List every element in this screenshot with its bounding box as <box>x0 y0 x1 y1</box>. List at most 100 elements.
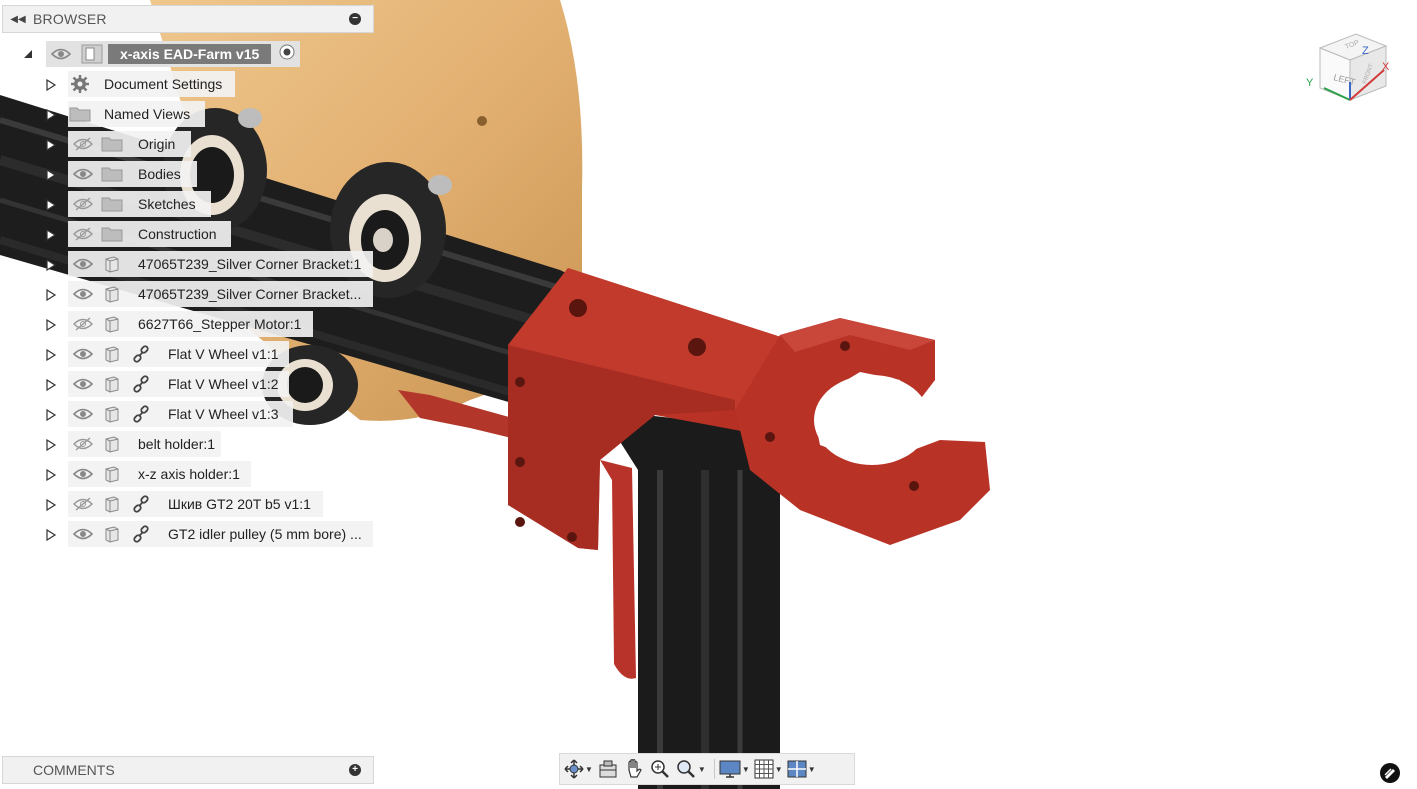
tree-node-label: belt holder:1 <box>138 436 216 452</box>
comments-panel[interactable]: COMMENTS + <box>2 756 374 784</box>
tree-node[interactable]: Flat V Wheel v1:2 <box>68 371 289 397</box>
folder-icon <box>98 221 126 247</box>
expand-arrow-icon[interactable] <box>45 528 57 542</box>
collapse-panel-icon[interactable]: ◀◀ <box>7 14 29 25</box>
component-icon <box>98 521 126 547</box>
browser-title: BROWSER <box>33 11 107 27</box>
tree-node-label: Flat V Wheel v1:1 <box>168 346 279 362</box>
expand-arrow-icon[interactable] <box>45 138 57 152</box>
eye-icon[interactable] <box>68 401 98 427</box>
tree-node[interactable]: Document Settings <box>68 71 235 97</box>
tree-node[interactable]: Flat V Wheel v1:3 <box>68 401 293 427</box>
grid-icon[interactable]: ▼ <box>754 755 783 783</box>
expand-arrow-icon[interactable] <box>45 318 57 332</box>
component-icon <box>98 401 126 427</box>
component-icon <box>98 341 126 367</box>
expand-arrow-icon[interactable] <box>45 468 57 482</box>
eye-icon[interactable] <box>46 41 76 67</box>
eye-icon[interactable] <box>68 251 98 277</box>
tree-node-label: Named Views <box>104 106 191 122</box>
component-icon <box>98 491 126 517</box>
tree-node-label: Sketches <box>138 196 196 212</box>
tree-node[interactable]: Origin <box>68 131 191 157</box>
link-icon <box>126 491 156 517</box>
tree-node[interactable]: Шкив GT2 20T b5 v1:1 <box>68 491 323 517</box>
eye-hidden-icon[interactable] <box>68 221 98 247</box>
zoom-icon[interactable] <box>649 755 671 783</box>
expand-arrow-icon[interactable] <box>45 498 57 512</box>
component-icon <box>98 281 126 307</box>
eye-hidden-icon[interactable] <box>68 131 98 157</box>
link-icon <box>126 401 156 427</box>
tree-node-label: Document Settings <box>104 76 223 92</box>
folder-icon <box>98 191 126 217</box>
feedback-button[interactable] <box>1380 763 1400 783</box>
fit-icon[interactable]: ▼ <box>675 755 706 783</box>
orbit-icon[interactable]: ▼ <box>564 755 593 783</box>
link-icon <box>126 521 156 547</box>
tree-root-node[interactable]: x-axis EAD-Farm v15 <box>46 41 300 67</box>
tree-node[interactable]: 6627T66_Stepper Motor:1 <box>68 311 313 337</box>
toolbar-separator <box>713 759 715 779</box>
look-at-icon[interactable] <box>597 755 619 783</box>
expand-arrow-icon[interactable] <box>45 348 57 362</box>
link-icon <box>126 371 156 397</box>
tree-node[interactable]: Flat V Wheel v1:1 <box>68 341 289 367</box>
eye-icon[interactable] <box>68 521 98 547</box>
link-icon <box>126 341 156 367</box>
tree-node-label: Origin <box>138 136 176 152</box>
tree-node[interactable]: Named Views <box>68 101 205 127</box>
tree-node[interactable]: 47065T239_Silver Corner Bracket... <box>68 281 373 307</box>
tree-node[interactable]: Bodies <box>68 161 197 187</box>
display-settings-icon[interactable]: ▼ <box>719 755 750 783</box>
expand-arrow-icon[interactable] <box>45 108 57 122</box>
eye-hidden-icon[interactable] <box>68 491 98 517</box>
viewcube-z-axis: Z <box>1362 45 1369 57</box>
tree-node-label: 47065T239_Silver Corner Bracket... <box>138 286 362 302</box>
tree-node[interactable]: Construction <box>68 221 231 247</box>
tree-node[interactable]: x-z axis holder:1 <box>68 461 251 487</box>
viewcube-x-axis: X <box>1382 61 1390 73</box>
eye-hidden-icon[interactable] <box>68 431 98 457</box>
tree-node-label: Bodies <box>138 166 181 182</box>
eye-icon[interactable] <box>68 371 98 397</box>
eye-hidden-icon[interactable] <box>68 191 98 217</box>
pan-icon[interactable] <box>623 755 645 783</box>
tree-node-label: Flat V Wheel v1:2 <box>168 376 279 392</box>
eye-icon[interactable] <box>68 461 98 487</box>
tree-node[interactable]: Sketches <box>68 191 211 217</box>
folder-icon <box>98 131 126 157</box>
comments-title: COMMENTS <box>33 762 115 778</box>
tree-node-label: Construction <box>138 226 217 242</box>
plate-hole <box>477 116 487 126</box>
collapse-arrow-icon[interactable] <box>22 48 34 60</box>
eye-icon[interactable] <box>68 341 98 367</box>
minimize-panel-icon[interactable]: − <box>349 13 361 25</box>
tree-node-label: Flat V Wheel v1:3 <box>168 406 279 422</box>
expand-arrow-icon[interactable] <box>45 438 57 452</box>
tree-node-label: 47065T239_Silver Corner Bracket:1 <box>138 256 362 272</box>
eye-icon[interactable] <box>68 281 98 307</box>
tree-node[interactable]: GT2 idler pulley (5 mm bore) ... <box>68 521 373 547</box>
viewports-icon[interactable]: ▼ <box>787 755 816 783</box>
expand-arrow-icon[interactable] <box>45 288 57 302</box>
view-cube[interactable]: LEFT TOP FRONT Z Y X <box>1300 22 1396 110</box>
tree-node[interactable]: belt holder:1 <box>68 431 221 457</box>
component-icon <box>98 251 126 277</box>
navigation-toolbar: ▼ ▼ ▼ ▼ ▼ <box>559 753 855 785</box>
expand-arrow-icon[interactable] <box>45 378 57 392</box>
expand-arrow-icon[interactable] <box>45 78 57 92</box>
expand-arrow-icon[interactable] <box>45 408 57 422</box>
add-comment-icon[interactable]: + <box>349 764 361 776</box>
activate-radio-icon[interactable] <box>279 44 295 65</box>
expand-arrow-icon[interactable] <box>45 228 57 242</box>
expand-arrow-icon[interactable] <box>45 168 57 182</box>
expand-arrow-icon[interactable] <box>45 258 57 272</box>
browser-panel-header[interactable]: ◀◀ BROWSER − <box>2 5 374 33</box>
viewcube-y-axis: Y <box>1306 77 1314 89</box>
eye-hidden-icon[interactable] <box>68 311 98 337</box>
expand-arrow-icon[interactable] <box>45 198 57 212</box>
tree-node-label: x-z axis holder:1 <box>138 466 240 482</box>
tree-node[interactable]: 47065T239_Silver Corner Bracket:1 <box>68 251 373 277</box>
eye-icon[interactable] <box>68 161 98 187</box>
